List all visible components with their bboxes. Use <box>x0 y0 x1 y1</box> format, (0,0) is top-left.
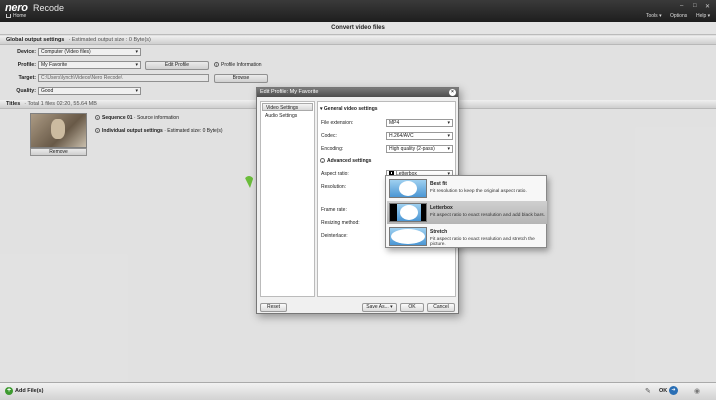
resizing-method-label: Resizing method: <box>321 220 360 226</box>
dialog-title: Edit Profile: My Favorite <box>257 88 458 97</box>
advanced-settings-heading[interactable]: - Advanced settings <box>320 158 371 164</box>
add-files-button[interactable]: + Add File(s) <box>5 387 43 395</box>
aspect-option-stretch[interactable]: Stretch Fit aspect ratio to exact resolu… <box>387 225 547 248</box>
resolution-label: Resolution: <box>321 184 347 190</box>
deinterlace-label: Deinterlace: <box>321 233 348 239</box>
close-button[interactable]: ✕ <box>705 3 710 10</box>
aspect-ratio-label: Aspect ratio: <box>321 171 349 177</box>
general-video-heading[interactable]: ▾ General video settings <box>320 106 378 112</box>
nav-audio-settings[interactable]: Audio Settings <box>262 112 313 120</box>
reset-button[interactable]: Reset <box>260 303 287 312</box>
home-icon <box>6 14 11 18</box>
menu-help[interactable]: Help ▾ <box>696 13 710 19</box>
aspect-option-letterbox[interactable]: Letterbox Fit aspect ratio to exact reso… <box>387 201 547 224</box>
menu-tools[interactable]: Tools ▾ <box>646 13 662 19</box>
plus-icon: + <box>5 387 13 395</box>
minimize-button[interactable]: – <box>680 3 683 9</box>
frame-rate-label: Frame rate: <box>321 207 347 213</box>
bottom-bar: + Add File(s) ✎ OK ➜ ◉ <box>0 382 716 400</box>
burn-icon[interactable]: ◉ <box>694 387 700 395</box>
page-title: Convert video files <box>0 22 716 35</box>
file-extension-select[interactable]: MP4 <box>386 119 453 127</box>
dialog-cancel-button[interactable]: Cancel <box>427 303 455 312</box>
ok-label[interactable]: OK <box>659 388 667 394</box>
dialog-nav: Video Settings Audio Settings <box>260 101 315 297</box>
best-fit-preview <box>389 179 427 198</box>
codec-label: Codec: <box>321 133 337 139</box>
aspect-ratio-dropdown: Best fit Fit resolution to keep the orig… <box>385 175 547 248</box>
encoding-select[interactable]: High quality (2-pass) <box>386 145 453 153</box>
aspect-option-best-fit[interactable]: Best fit Fit resolution to keep the orig… <box>387 177 547 200</box>
pen-icon: ✎ <box>645 388 651 395</box>
dialog-ok-button[interactable]: OK <box>400 303 424 312</box>
add-files-label: Add File(s) <box>15 388 44 394</box>
letterbox-preview <box>389 203 427 222</box>
home-button[interactable]: Home <box>6 13 26 19</box>
file-extension-label: File extension: <box>321 120 354 126</box>
app-name: Recode <box>33 3 65 13</box>
stretch-preview <box>389 227 427 246</box>
codec-select[interactable]: H.264/AVC <box>386 132 453 140</box>
encoding-label: Encoding: <box>321 146 344 152</box>
nav-video-settings[interactable]: Video Settings <box>262 103 313 111</box>
menu-options[interactable]: Options <box>670 13 687 19</box>
save-as-button[interactable]: Save As... ▾ <box>362 303 397 312</box>
home-label: Home <box>13 13 27 19</box>
collapse-icon: - <box>320 158 325 164</box>
dialog-close-icon[interactable]: × <box>449 89 456 96</box>
title-bar: nero Recode Home – □ ✕ Tools ▾ Options H… <box>0 0 716 22</box>
ok-arrow-icon[interactable]: ➜ <box>669 386 678 395</box>
maximize-button[interactable]: □ <box>693 3 697 9</box>
